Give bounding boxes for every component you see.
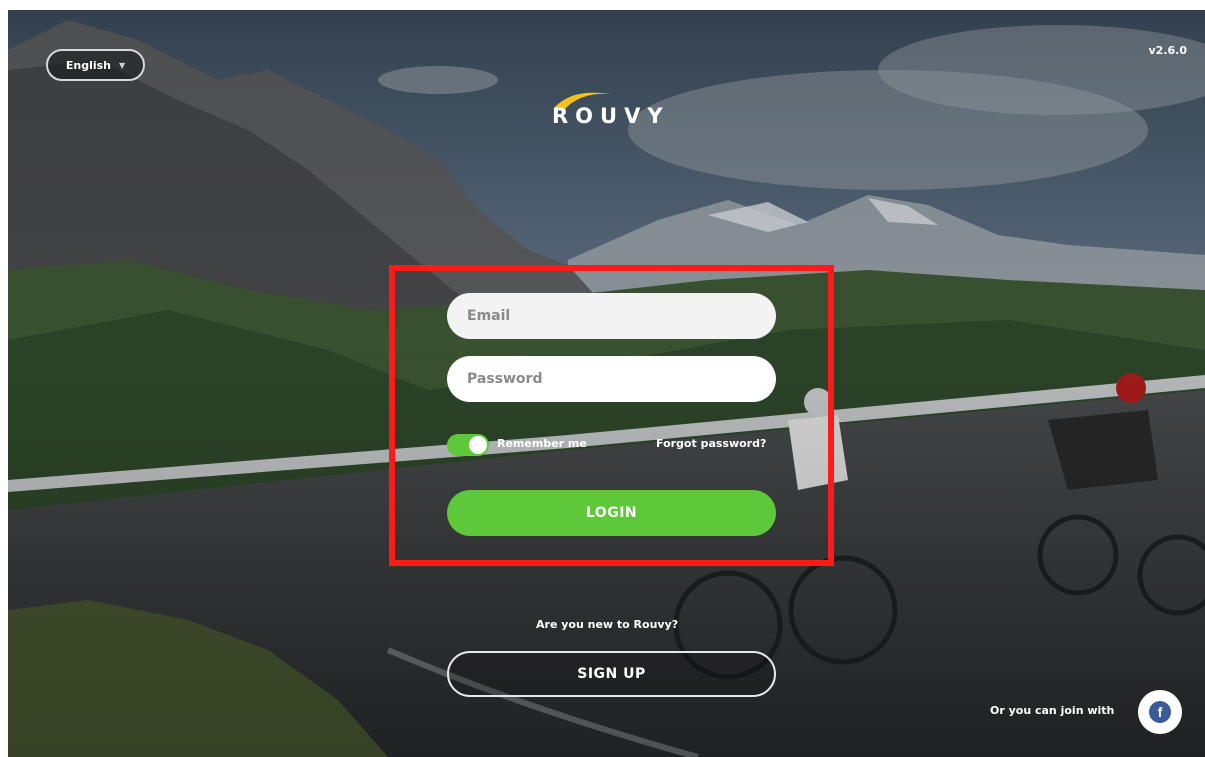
forgot-password-link[interactable]: Forgot password? — [656, 437, 766, 450]
facebook-icon: f — [1149, 701, 1171, 723]
password-field[interactable] — [447, 356, 776, 402]
new-user-prompt: Are you new to Rouvy? — [536, 618, 679, 631]
login-button[interactable]: LOGIN — [447, 490, 776, 536]
remember-me-toggle[interactable] — [447, 434, 489, 456]
chevron-down-icon: ▼ — [118, 60, 126, 70]
version-label: v2.6.0 — [1148, 44, 1188, 57]
join-with-label: Or you can join with — [990, 704, 1115, 717]
language-label: English — [65, 58, 111, 72]
sign-up-button[interactable]: SIGN UP — [447, 651, 776, 697]
login-screen: English ▼ v2.6.0 ROUVY Remember me Forgo… — [8, 10, 1205, 757]
toggle-knob — [469, 436, 487, 454]
language-selector[interactable]: English ▼ — [46, 49, 145, 81]
logo-text: ROUVY — [552, 104, 670, 128]
rouvy-logo: ROUVY — [552, 88, 682, 128]
email-field[interactable] — [447, 293, 776, 339]
facebook-login-button[interactable]: f — [1138, 690, 1182, 734]
remember-me-label: Remember me — [497, 437, 587, 450]
